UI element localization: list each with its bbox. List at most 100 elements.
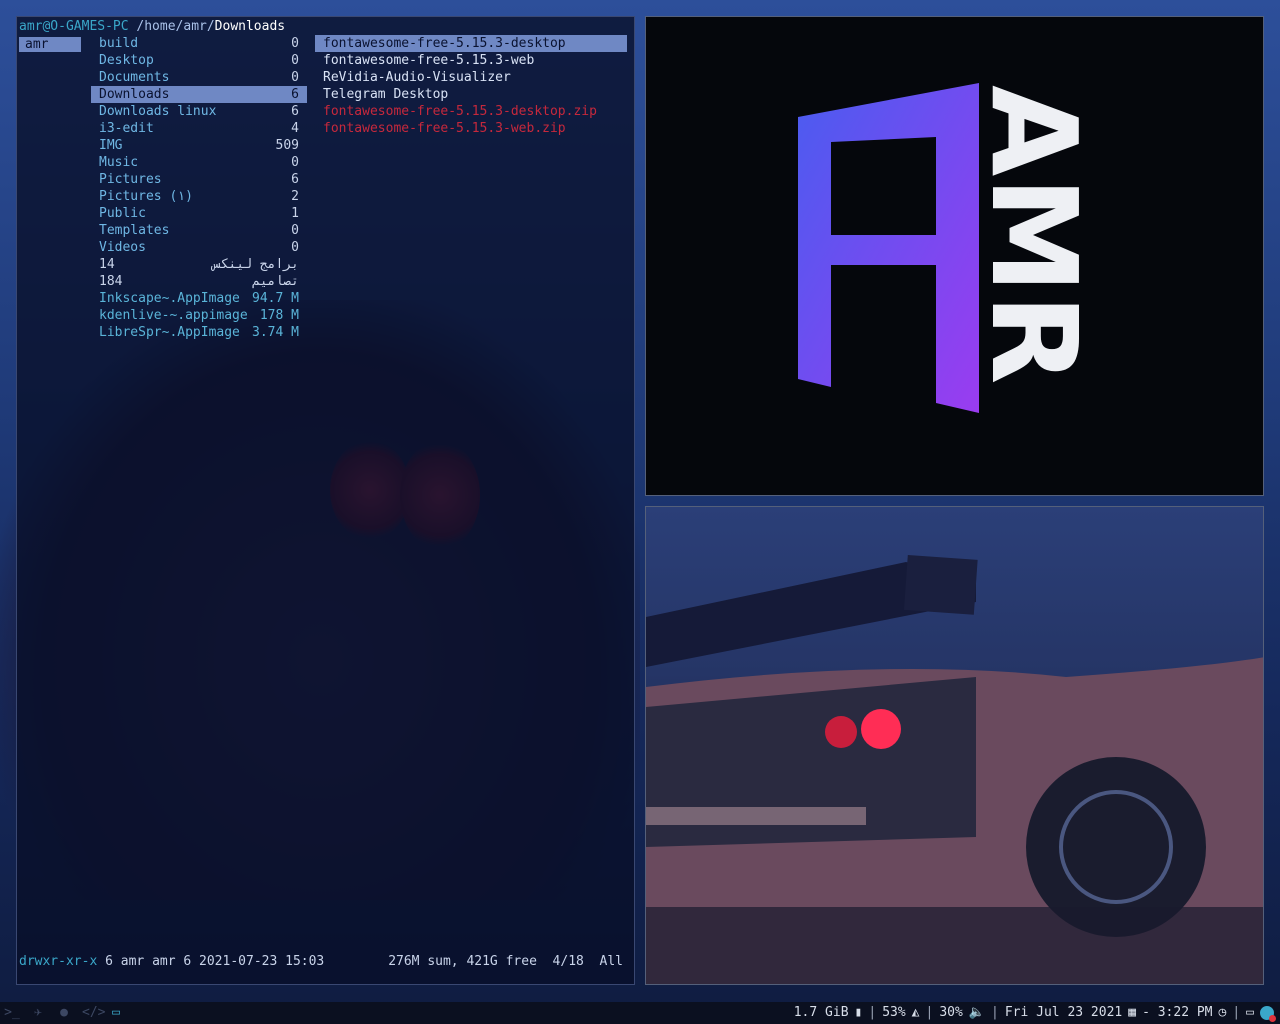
logo-text: AMR [965,85,1103,385]
parent-dir-selected[interactable]: amr [19,37,81,52]
directory-row[interactable]: Public 1 [91,205,307,222]
disk-summary: 276M sum, 421G free 4/18 All [388,954,623,969]
logo-mark [798,83,979,413]
directory-row[interactable]: Templates 0 [91,222,307,239]
entry-count: 0 [291,36,299,51]
volume-level[interactable]: 30% [939,1002,962,1024]
entry-count: برامج لينكس [212,257,299,272]
clock-icon: ◷ [1218,1005,1227,1020]
date: Fri Jul 23 2021 [1004,1005,1123,1020]
directory-row[interactable]: Downloads linux 6 [91,103,307,120]
directory-row[interactable]: Inkscape~.AppImage 94.7 M [91,290,307,307]
preview-row[interactable]: fontawesome-free-5.15.3-desktop [315,35,627,52]
display-icon[interactable]: ▭ [1246,1002,1254,1024]
preview-entry-name: fontawesome-free-5.15.3-web [323,53,535,68]
taskbar: >_ ✈ ● </> ▭ 1.7 GiB ▮ | 53% ◭ | 30% 🔈 |… [0,1002,1280,1024]
entry-name: Videos [99,240,146,255]
notification-icon[interactable] [1260,1006,1276,1022]
calendar-icon[interactable]: ▦ [1128,1002,1136,1024]
entry-name: Desktop [99,53,154,68]
user-host: amr@O-GAMES-PC [19,19,129,34]
directory-row[interactable]: Documents 0 [91,69,307,86]
entry-count: 6 [291,87,299,102]
memory-icon: ▮ [854,1005,863,1020]
entry-name: IMG [99,138,123,153]
directory-row[interactable]: 14 برامج لينكس [91,256,307,273]
directory-row[interactable]: Desktop 0 [91,52,307,69]
directory-row[interactable]: Downloads 6 [91,86,307,103]
permissions: drwxr-xr-x [19,954,98,969]
preview-entry-name: fontawesome-free-5.15.3-desktop [323,36,566,51]
logo-image-window[interactable]: AMR [645,16,1264,496]
entry-name: Music [99,155,139,170]
preview-entry-name: ReVidia-Audio-Visualizer [323,70,511,85]
monitor-icon[interactable]: ▭ [108,1005,124,1021]
memory-usage: 1.7 GiB [793,1005,849,1020]
volume-icon[interactable]: 🔈 [969,1002,985,1024]
entry-name: i3-edit [99,121,154,136]
entry-name: 14 [99,257,115,272]
entry-count: 94.7 M [252,291,299,306]
entry-count: 0 [291,70,299,85]
telegram-icon[interactable]: ✈ [30,1005,46,1021]
cpu-graph-icon: ◭ [911,1005,920,1020]
preview-row[interactable]: ReVidia-Audio-Visualizer [315,69,627,86]
entry-count: 509 [275,138,299,153]
system-tray: 1.7 GiB ▮ | 53% ◭ | 30% 🔈 | Fri Jul 23 2… [793,1002,1276,1024]
current-dir: Downloads [214,19,286,34]
steam-icon[interactable]: ● [56,1005,72,1021]
workspace-launchers: >_ ✈ ● </> ▭ [4,1002,124,1024]
entry-name: kdenlive-~.appimage [99,308,248,323]
preview-row[interactable]: fontawesome-free-5.15.3-web [315,52,627,69]
file-info: 6 amr amr 6 2021-07-23 15:03 [97,954,325,969]
ranger-header: amr@O-GAMES-PC /home/amr/Downloads [19,18,285,35]
entry-count: 3.74 M [252,325,299,340]
entry-name: 184 [99,274,123,289]
entry-name: Downloads linux [99,104,217,119]
entry-count: 0 [291,223,299,238]
entry-count: 0 [291,240,299,255]
car-image-window[interactable] [645,506,1264,985]
directory-row[interactable]: build 0 [91,35,307,52]
directory-row[interactable]: i3-edit 4 [91,120,307,137]
entry-count: 6 [291,172,299,187]
entry-name: Pictures [99,172,162,187]
entry-name: Pictures (١) [99,189,193,204]
directory-row[interactable]: Pictures (١) 2 [91,188,307,205]
entry-name: Downloads [99,87,170,102]
entry-name: Public [99,206,146,221]
preview-entry-name: fontawesome-free-5.15.3-desktop.zip [323,104,597,119]
entry-name: Documents [99,70,170,85]
entry-count: 2 [291,189,299,204]
status-bar: drwxr-xr-x 6 amr amr 6 2021-07-23 15:03 … [19,953,631,970]
entry-count: 0 [291,53,299,68]
directory-row[interactable]: kdenlive-~.appimage 178 M [91,307,307,324]
preview-entry-name: fontawesome-free-5.15.3-web.zip [323,121,566,136]
directory-row[interactable]: LibreSpr~.AppImage 3.74 M [91,324,307,341]
directory-row[interactable]: Pictures 6 [91,171,307,188]
entry-count: 178 M [259,308,299,323]
terminal-icon[interactable]: >_ [4,1005,20,1021]
entry-count: 1 [291,206,299,221]
entry-count: 6 [291,104,299,119]
preview-entry-name: Telegram Desktop [323,87,449,102]
directory-row[interactable]: Videos 0 [91,239,307,256]
entry-name: LibreSpr~.AppImage [99,325,240,340]
entry-name: Inkscape~.AppImage [99,291,240,306]
current-path: /home/amr/ [128,19,215,34]
cpu-usage: 53% [882,1005,906,1020]
entry-name: build [99,36,139,51]
directory-row[interactable]: 184 تصاميم [91,273,307,290]
directory-row[interactable]: Music 0 [91,154,307,171]
directory-row[interactable]: IMG 509 [91,137,307,154]
entry-count: 0 [291,155,299,170]
preview-row[interactable]: fontawesome-free-5.15.3-web.zip [315,120,627,137]
code-icon[interactable]: </> [82,1005,105,1021]
amr-logo: AMR [798,83,1103,413]
time: - 3:22 PM [1142,1005,1213,1020]
entry-count: تصاميم [252,274,299,289]
preview-row[interactable]: Telegram Desktop [315,86,627,103]
entry-count: 4 [291,121,299,136]
preview-row[interactable]: fontawesome-free-5.15.3-desktop.zip [315,103,627,120]
ranger-file-manager[interactable]: amr@O-GAMES-PC /home/amr/Downloads amr b… [16,16,635,985]
